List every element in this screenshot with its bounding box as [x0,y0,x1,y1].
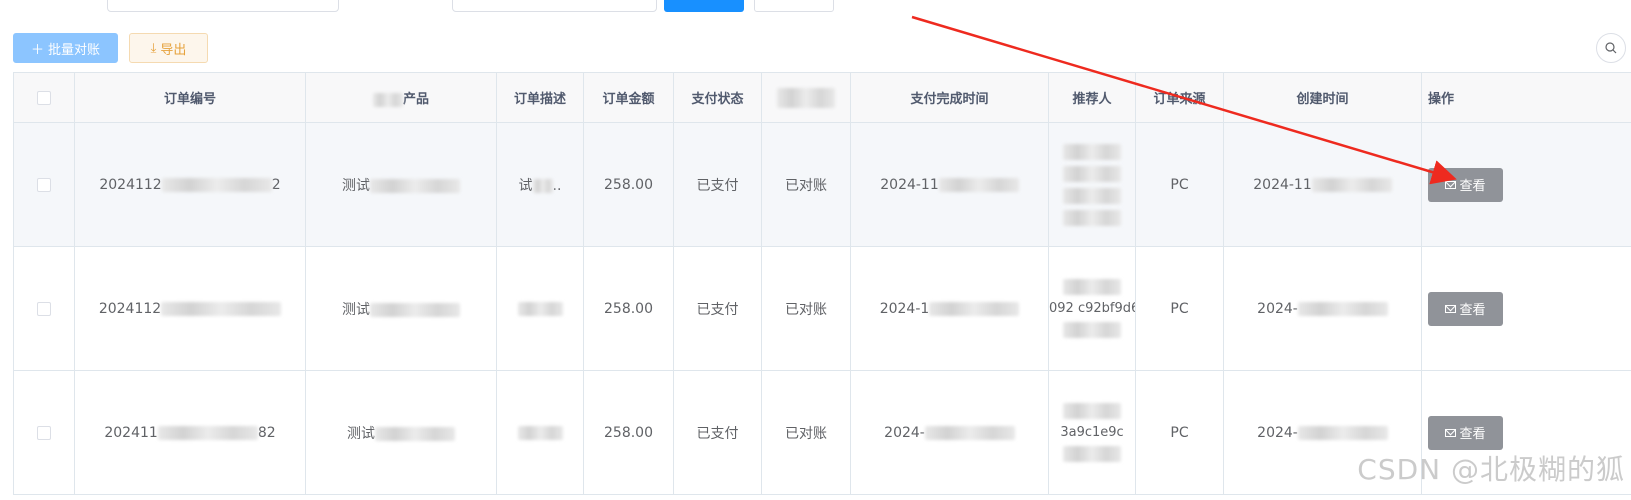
header-referrer[interactable]: 推荐人 [1048,72,1136,123]
search-button[interactable] [664,0,744,12]
referrer-cell: 092 c92bf9d6 [1048,246,1136,371]
desc-cell [496,246,584,371]
header-actions: 操作 [1421,72,1631,123]
view-button[interactable]: 查看 [1428,291,1503,326]
created-time-cell: 2024-11 [1223,122,1422,247]
actions-cell: 查看 [1421,122,1631,247]
view-button[interactable]: 查看 [1428,167,1503,202]
row-checkbox-cell[interactable] [13,370,75,495]
referrer-cell [1048,122,1136,247]
header-order-source[interactable]: 订单来源 [1135,72,1224,123]
amount-cell: 258.00 [583,370,674,495]
header-pay-status[interactable]: 支付状态 [673,72,762,123]
batch-reconcile-button[interactable]: ＋ 批量对账 [13,33,118,63]
row-checkbox-cell[interactable] [13,122,75,247]
table-header-row: 订单编号 产品 订单描述 订单金额 支付状态 支付完成时间 推荐人 订单来源 创… [13,72,1631,123]
header-paid-time[interactable]: 支付完成时间 [850,72,1049,123]
amount-cell: 258.00 [583,246,674,371]
watermark: CSDN @北极糊的狐 [1357,453,1625,486]
header-order-desc[interactable]: 订单描述 [496,72,584,123]
paid-time-cell: 2024-11 [850,122,1049,247]
desc-cell: 试.. [496,122,584,247]
reconcile-status-cell: 已对账 [761,122,851,247]
search-toggle-button[interactable] [1596,33,1626,63]
row-checkbox[interactable] [37,177,51,192]
product-cell: 测试 [305,122,497,247]
header-created-time[interactable]: 创建时间 [1223,72,1422,123]
desc-cell [496,370,584,495]
header-order-no[interactable]: 订单编号 [74,72,306,123]
mail-icon [1445,428,1457,437]
search-icon [1605,42,1617,54]
source-cell: PC [1135,370,1224,495]
pay-status-cell: 已支付 [673,122,762,247]
header-reconcile-status[interactable] [761,72,851,123]
pay-status-cell: 已支付 [673,246,762,371]
product-cell: 测试 [305,246,497,371]
order-no-cell: 2024112 [74,246,306,371]
table-row[interactable]: 2024112 2 测试 试.. 258.00 已支付 已对账 2024-11 P… [13,122,1631,247]
pay-status-cell: 已支付 [673,370,762,495]
row-checkbox[interactable] [37,425,51,440]
header-select-all[interactable] [13,72,75,123]
table-row[interactable]: 2024112 测试 258.00 已支付 已对账 2024-1 092 c92… [13,246,1631,371]
batch-reconcile-label: 批量对账 [48,42,101,58]
reconcile-status-cell: 已对账 [761,370,851,495]
source-cell: PC [1135,122,1224,247]
reset-button[interactable] [754,0,834,12]
source-cell: PC [1135,246,1224,371]
row-checkbox-cell[interactable] [13,246,75,371]
amount-cell: 258.00 [583,122,674,247]
export-label: 导出 [160,42,187,58]
mail-icon [1445,304,1457,313]
select-all-checkbox[interactable] [37,90,51,105]
order-no-cell: 202411 82 [74,370,306,495]
plus-icon: ＋ [30,42,44,58]
created-time-cell: 2024- [1223,246,1422,371]
view-button[interactable]: 查看 [1428,415,1503,450]
header-product[interactable]: 产品 [305,72,497,123]
mail-icon [1445,180,1457,189]
header-order-amount[interactable]: 订单金额 [583,72,674,123]
paid-time-cell: 2024- [850,370,1049,495]
export-button[interactable]: ⤓ 导出 [129,33,208,63]
order-no-search-input[interactable] [107,0,339,12]
actions-cell: 查看 [1421,246,1631,371]
keyword-search-input[interactable] [452,0,657,12]
product-cell: 测试 [305,370,497,495]
row-checkbox[interactable] [37,301,51,316]
referrer-cell: 3a9c1e9c [1048,370,1136,495]
download-icon: ⤓ [150,40,157,56]
paid-time-cell: 2024-1 [850,246,1049,371]
order-table: 订单编号 产品 订单描述 订单金额 支付状态 支付完成时间 推荐人 订单来源 创… [13,72,1631,495]
reconcile-status-cell: 已对账 [761,246,851,371]
order-no-cell: 2024112 2 [74,122,306,247]
